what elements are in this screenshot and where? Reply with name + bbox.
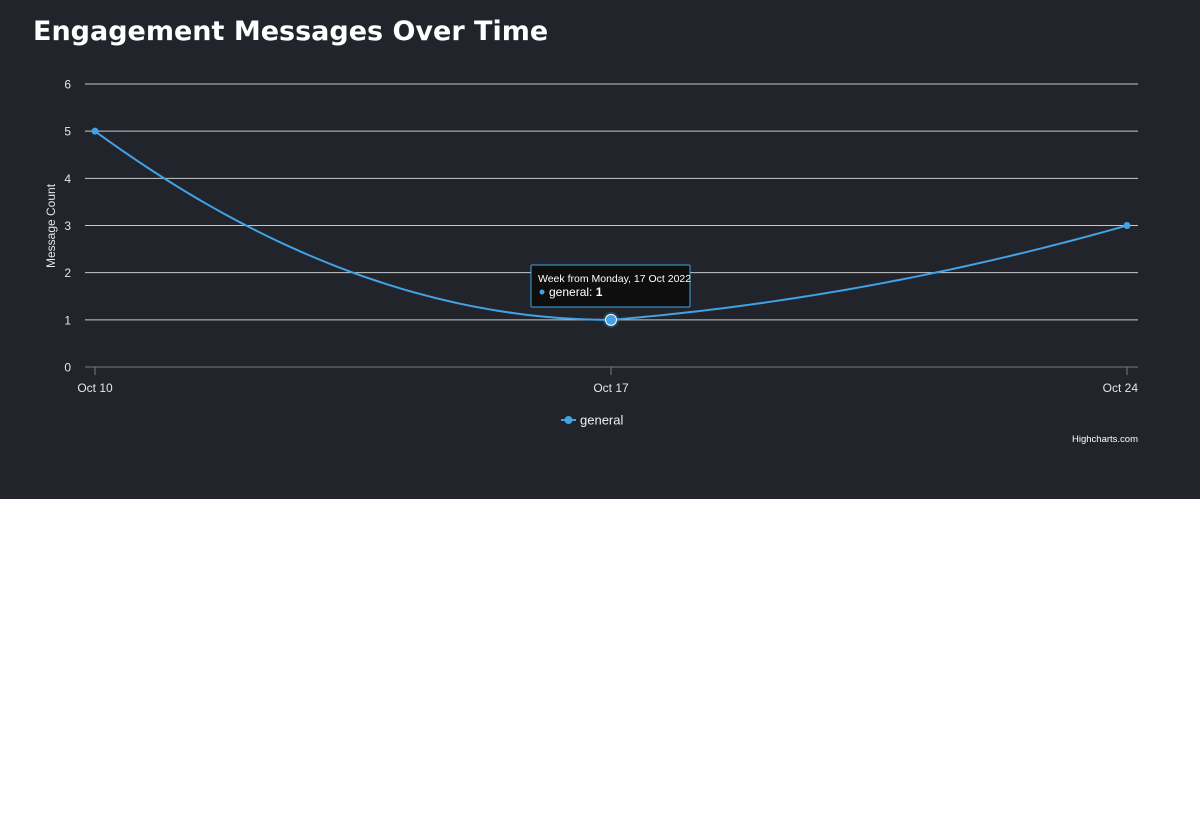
data-point-0[interactable] [91,127,99,135]
y-tick-label-2: 2 [64,266,71,280]
y-tick-label-6: 6 [64,78,71,92]
legend[interactable]: general [561,413,623,428]
x-tick-label-2: Oct 24 [1103,381,1139,395]
credits-link[interactable]: Highcharts.com [1072,434,1138,445]
tooltip-separator: : [589,285,596,299]
legend-item-general[interactable]: general [580,413,623,428]
tooltip-series-name: general [549,285,589,299]
y-tick-label-4: 4 [64,172,71,186]
y-tick-label-3: 3 [64,219,71,233]
y-tick-label-0: 0 [64,361,71,375]
tooltip-value: 1 [596,285,603,299]
tooltip-series-marker [539,289,545,295]
tooltip-header: Week from Monday, 17 Oct 2022 [538,273,691,285]
y-tick-label-5: 5 [64,125,71,139]
y-axis-title: Message Count [44,183,58,268]
x-axis-ticks: Oct 10 Oct 17 Oct 24 [77,367,1138,395]
y-tick-label-1: 1 [64,313,71,327]
y-axis-ticks: 0 1 2 3 4 5 6 [64,78,71,375]
tooltip: Week from Monday, 17 Oct 2022 general: 1 [530,264,691,308]
chart-svg: 0 1 2 3 4 5 6 Oct 10 Oct 17 Oct 24 Message Count… [44,78,1138,446]
x-tick-label-1: Oct 17 [593,381,629,395]
legend-symbol-marker [564,416,573,424]
data-point-1[interactable] [605,313,617,326]
x-tick-label-0: Oct 10 [77,381,113,395]
data-point-2[interactable] [1123,222,1131,229]
tooltip-series-line: general: 1 [549,285,603,299]
chart-panel: Engagement Messages Over Time 0123456 Oc… [0,0,1200,499]
